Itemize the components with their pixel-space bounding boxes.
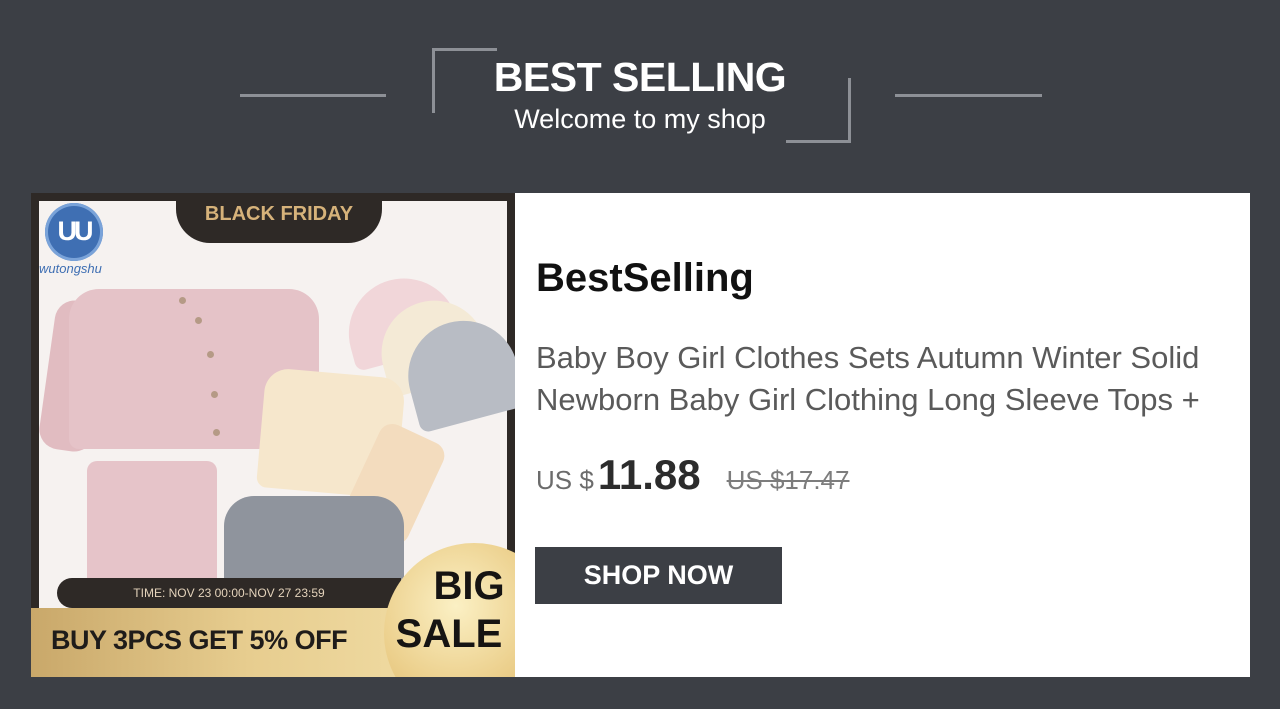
section-subtitle: Welcome to my shop — [514, 104, 766, 134]
header-divider-right — [895, 94, 1042, 97]
sweater-button-dot — [211, 391, 218, 398]
sweater-button-dot — [213, 429, 220, 436]
sale-price: 11.88 — [597, 451, 701, 498]
black-friday-badge: BLACK FRIDAY — [176, 193, 382, 243]
promo-time-label: TIME: NOV 23 00:00-NOV 27 23:59 — [57, 578, 401, 608]
brand-logo-icon: UU — [45, 203, 103, 261]
product-image[interactable]: BLACK FRIDAY UU wutongshu TIME: NOV 23 0… — [31, 193, 515, 677]
original-price: US $17.47 — [726, 465, 850, 495]
sweater-button-dot — [207, 351, 214, 358]
header-divider-left — [240, 94, 386, 97]
promo-text: BUY 3PCS GET 5% OFF — [51, 625, 348, 655]
big-label: BIG — [433, 564, 505, 608]
product-card: BLACK FRIDAY UU wutongshu TIME: NOV 23 0… — [31, 193, 1250, 677]
sweater-button-dot — [195, 317, 202, 324]
shop-now-button[interactable]: SHOP NOW — [535, 547, 782, 604]
sweater-button-dot — [179, 297, 186, 304]
price-row: US $11.88 US $17.47 — [536, 451, 849, 499]
product-heading: BestSelling — [536, 256, 754, 300]
sale-label: SALE — [395, 612, 503, 656]
currency-label: US $ — [536, 465, 594, 495]
brand-name: wutongshu — [39, 261, 102, 276]
description-clip — [536, 419, 1236, 439]
section-title: BEST SELLING — [493, 54, 787, 100]
